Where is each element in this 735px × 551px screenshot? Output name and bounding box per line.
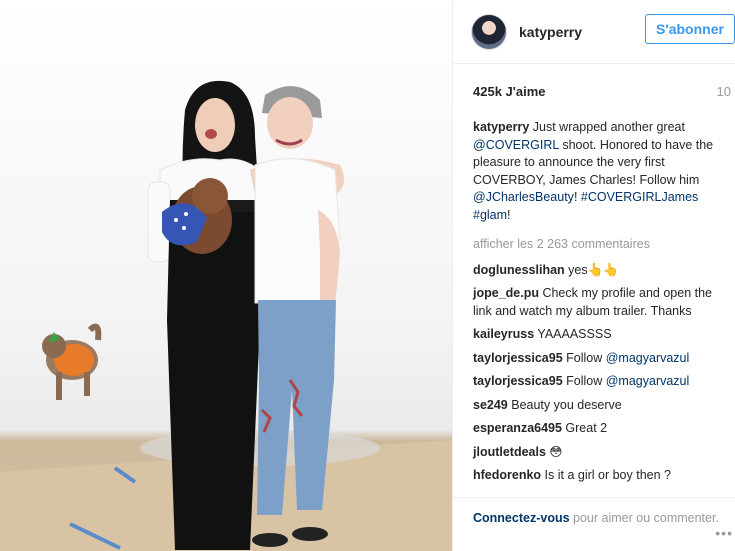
header-username[interactable]: katyperry	[519, 24, 582, 40]
post-photo[interactable]	[0, 0, 452, 551]
hashtag-link[interactable]: #COVERGIRLJames	[581, 190, 698, 204]
comment: jope_de.pu Check my profile and open the…	[473, 285, 728, 320]
comment-username[interactable]: jope_de.pu	[473, 286, 539, 300]
costumed-dog	[42, 323, 102, 400]
follow-button[interactable]: S'abonner	[645, 14, 735, 44]
comment-username[interactable]: se249	[473, 398, 508, 412]
comment-username[interactable]: taylorjessica95	[473, 374, 563, 388]
comment-username[interactable]: jloutletdeals	[473, 445, 546, 459]
post-sidebar: katyperry S'abonner 425k J'aime 10 katyp…	[452, 0, 735, 551]
comment-username[interactable]: esperanza6495	[473, 421, 562, 435]
likes-count[interactable]: 425k J'aime	[473, 84, 545, 99]
comment-text: Follow	[562, 374, 606, 388]
mention-link[interactable]: @JCharlesBeauty	[473, 190, 574, 204]
comment-text: Is it a girl or boy then ?	[541, 468, 671, 482]
mention-link[interactable]: @COVERGIRL	[473, 138, 559, 152]
comment: se249 Beauty you deserve	[473, 397, 728, 415]
comment-username[interactable]: taylorjessica95	[473, 351, 563, 365]
caption-text: Just wrapped another great	[529, 120, 685, 134]
login-prompt-text: pour aimer ou commenter.	[569, 511, 719, 525]
post-header: katyperry S'abonner	[453, 0, 735, 64]
caption-text: !	[507, 207, 511, 222]
post-caption: katyperry Just wrapped another great @CO…	[473, 119, 728, 224]
comment: jloutletdeals 😳	[473, 444, 728, 462]
comment: esperanza6495 Great 2	[473, 420, 728, 438]
comment-text: yes👆👆	[564, 262, 619, 277]
comments-list: katyperry Just wrapped another great @CO…	[473, 119, 728, 491]
comment: taylorjessica95 Follow @magyarvazul	[473, 350, 728, 368]
post-footer: Connectez-vous pour aimer ou commenter. …	[453, 497, 735, 551]
comment: hfedorenko Is it a girl or boy then ?	[473, 467, 728, 485]
mention-link[interactable]: @magyarvazul	[606, 351, 690, 365]
comment-text: Follow	[562, 350, 606, 365]
photo-illustration	[0, 80, 452, 551]
likes-row: 425k J'aime 10	[473, 84, 735, 104]
comment-username[interactable]: kaileyruss	[473, 327, 534, 341]
comment-username[interactable]: doglunesslihan	[473, 263, 565, 277]
post-age[interactable]: 10	[717, 84, 731, 99]
mention-link[interactable]: @magyarvazul	[606, 374, 690, 388]
comment: doglunesslihan yes👆👆	[473, 262, 728, 280]
comment-text: Great 2	[561, 421, 608, 435]
hashtag-link[interactable]: #glam	[473, 208, 507, 222]
profile-avatar[interactable]	[471, 13, 507, 50]
caption-text: !	[573, 190, 581, 204]
view-all-comments-link[interactable]: afficher les 2 263 commentaires	[473, 236, 728, 254]
login-link[interactable]: Connectez-vous	[473, 511, 570, 525]
comment: taylorjessica95 Follow @magyarvazul	[473, 373, 728, 391]
more-options-icon[interactable]: •••	[715, 525, 733, 542]
comment: kaileyruss YAAAASSSS	[473, 326, 728, 344]
comment-text: YAAAASSSS	[534, 327, 612, 341]
comment-text: Beauty you deserve	[507, 397, 622, 412]
comment-username[interactable]: hfedorenko	[473, 468, 541, 482]
caption-username[interactable]: katyperry	[473, 120, 529, 134]
comment-text: 😳	[545, 444, 563, 459]
